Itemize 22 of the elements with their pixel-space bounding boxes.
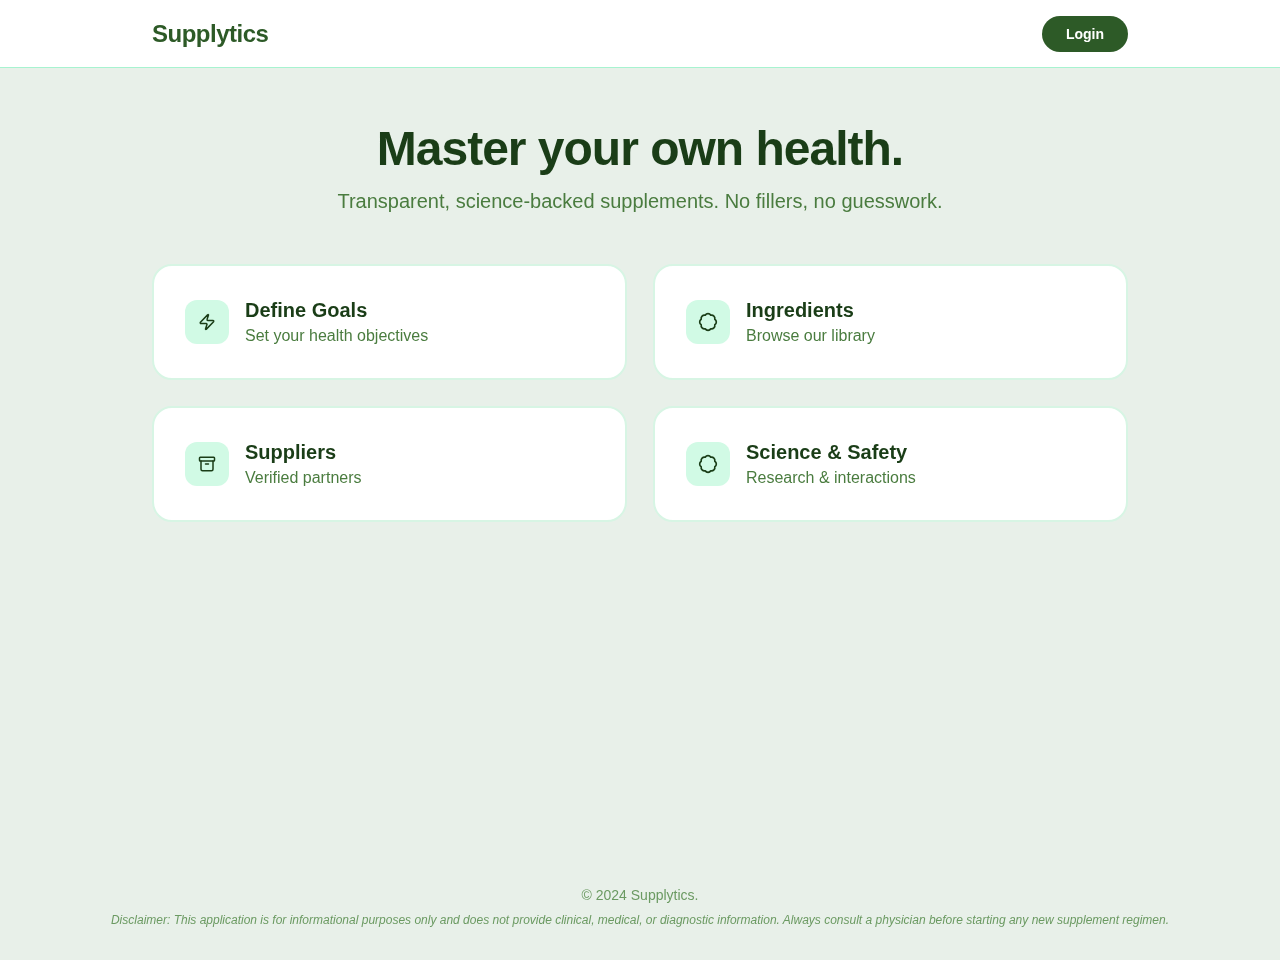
feature-card[interactable]: Define Goals Set your health objectives — [152, 264, 627, 380]
copyright-text: © 2024 Supplytics. — [581, 886, 699, 904]
hero-title: Master your own health. — [376, 121, 904, 177]
card-subtitle: Set your health objectives — [245, 326, 429, 346]
card-title: Define Goals — [245, 298, 369, 323]
card-title: Science & Safety — [746, 440, 909, 465]
feature-card[interactable]: Suppliers Verified partners — [152, 406, 627, 522]
card-title: Ingredients — [746, 298, 855, 323]
card-title: Suppliers — [245, 440, 338, 465]
logo-text[interactable]: Supplytics — [152, 19, 269, 48]
archive-box-icon — [185, 442, 229, 486]
feature-card[interactable]: Science & Safety Research & interactions — [653, 406, 1128, 522]
card-subtitle: Verified partners — [245, 468, 362, 488]
card-subtitle: Browse our library — [746, 326, 875, 346]
card-subtitle: Research & interactions — [746, 468, 916, 488]
login-button[interactable]: Login — [1042, 15, 1128, 52]
badge-icon — [686, 300, 730, 344]
hero-subtitle: Transparent, science-backed supplements. No fillers, no guesswork. — [337, 189, 943, 214]
badge-icon — [686, 442, 730, 486]
feature-card[interactable]: Ingredients Browse our library — [653, 264, 1128, 380]
disclaimer-text: Disclaimer: This application is for informational purposes only and does not provide clinical, medical, or diagnostic information. Always consult a physician before starting any new supplement regimen. — [110, 912, 1170, 928]
bolt-icon — [185, 300, 229, 344]
